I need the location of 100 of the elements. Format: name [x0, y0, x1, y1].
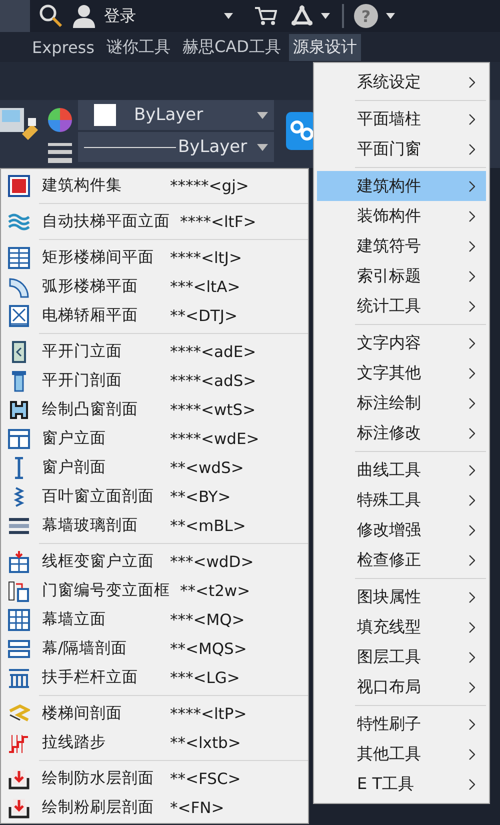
menu-item[interactable]: 其他工具 [317, 739, 486, 769]
window-arrow-icon [8, 550, 30, 572]
submenu-item[interactable]: 平开门剖面 ****<adS> [1, 366, 308, 395]
menu-item[interactable]: 图层工具 [317, 642, 486, 672]
item-label: 绘制粉刷层剖面 [42, 797, 155, 818]
submenu-item[interactable]: 百叶窗立面剖面 **<BY> [1, 482, 308, 511]
menu-item[interactable]: 填充线型 [317, 612, 486, 642]
color-dropdown[interactable]: ByLayer [78, 100, 274, 130]
shortcut-text: *<FN> [170, 798, 224, 816]
submenu-item[interactable]: 楼梯间剖面 ****<ltP> [1, 699, 308, 728]
shortcut-text: ****<ltJ> [170, 248, 242, 266]
shortcut-text: **<BY> [170, 488, 231, 506]
submenu-item[interactable]: 幕墙玻璃剖面 **<mBL> [1, 511, 308, 540]
item-label: 平开门立面 [42, 341, 123, 362]
triangle-nodes-icon[interactable] [291, 5, 313, 27]
menu-item[interactable]: 索引标题 [317, 261, 486, 291]
item-label: 自动扶梯平面立面 [42, 211, 170, 232]
menu-item[interactable]: 特性刷子 [317, 709, 486, 739]
submenu-item[interactable]: 平开门立面 ****<adE> [1, 337, 308, 366]
tray-arrow-icon [8, 768, 30, 790]
login-link[interactable]: 登录 [104, 6, 136, 26]
panel-grid-icon [8, 246, 30, 268]
menu-item[interactable]: 文字内容 [317, 328, 486, 358]
item-label: 幕墙立面 [42, 609, 107, 630]
menu-item[interactable]: 平面门窗 [317, 134, 486, 164]
shortcut-text: ****<wtS> [170, 400, 256, 418]
submenu-item[interactable]: 线框变窗户立面 ***<wdD> [1, 547, 308, 576]
submenu-item[interactable]: 门窗编号变立面框 **<t2w> [1, 576, 308, 605]
submenu-item[interactable]: 窗户剖面 **<wdS> [1, 453, 308, 482]
menu-item[interactable]: 文字其他 [317, 358, 486, 388]
menu-item[interactable]: 建筑符号 [317, 231, 486, 261]
user-icon[interactable] [72, 4, 96, 28]
search-icon[interactable] [38, 3, 64, 29]
linetype-dropdown[interactable]: ByLayer [78, 132, 274, 162]
menu-item[interactable]: 视口布局 [317, 672, 486, 702]
submenu-item[interactable]: 拉线踏步 **<lxtb> [1, 728, 308, 757]
submenu-item[interactable]: 绘制凸窗剖面 ****<wtS> [1, 395, 308, 424]
shortcut-text: **<FSC> [170, 770, 241, 788]
menu-bar-item[interactable]: 源泉设计 [288, 34, 361, 60]
bay-window-icon [8, 398, 30, 420]
item-label: 门窗编号变立面框 [42, 580, 170, 601]
group-icon[interactable] [286, 112, 316, 150]
submenu-item[interactable]: 自动扶梯平面立面 ****<ltF> [1, 207, 308, 236]
submenu-item[interactable]: 弧形楼梯平面 ***<ltA> [1, 272, 308, 301]
submenu-item[interactable]: 建筑构件集 *****<gj> [1, 171, 308, 200]
caret-icon[interactable] [386, 13, 395, 19]
lineweight-icon[interactable] [48, 142, 72, 164]
shortcut-text: **<mBL> [170, 516, 246, 534]
item-label: 窗户剖面 [42, 457, 107, 478]
shortcut-text: **<t2w> [180, 582, 250, 600]
submenu-item[interactable]: 矩形楼梯间平面 ****<ltJ> [1, 243, 308, 272]
menu-item[interactable]: 标注绘制 [317, 388, 486, 418]
submenu-item[interactable]: 电梯轿厢平面 **<DTJ> [1, 301, 308, 330]
shortcut-text: ****<adS> [170, 372, 256, 390]
menu-item[interactable]: 曲线工具 [317, 455, 486, 485]
shortcut-text: ****<ltP> [170, 704, 247, 722]
menu-item[interactable]: 建筑构件 [317, 171, 486, 201]
color-wheel-icon[interactable] [48, 108, 72, 132]
stripes-icon [8, 210, 30, 232]
menu-bar-item[interactable]: 谜你工具 [102, 34, 174, 60]
cart-icon[interactable] [255, 6, 277, 26]
caret-icon[interactable] [321, 13, 330, 19]
item-label: 楼梯间剖面 [42, 703, 123, 724]
menu-item[interactable]: 平面墙柱 [317, 104, 486, 134]
menu-item[interactable]: 统计工具 [317, 291, 486, 321]
menu-item[interactable]: 特殊工具 [317, 485, 486, 515]
menu-item[interactable]: 系统设定 [317, 67, 486, 97]
shortcut-text: **<MQS> [170, 640, 247, 658]
item-label: 扶手栏杆立面 [42, 667, 139, 688]
menu-item[interactable]: 装饰构件 [317, 201, 486, 231]
submenu-item[interactable]: 幕墙立面 ***<MQ> [1, 605, 308, 634]
submenu-item[interactable]: 窗户立面 ****<wdE> [1, 424, 308, 453]
menu-item[interactable]: 图块属性 [317, 582, 486, 612]
menu-item[interactable]: E T工具 [317, 769, 486, 799]
railing-icon [8, 666, 30, 688]
item-label: 幕墙玻璃剖面 [42, 515, 139, 536]
submenu-item[interactable]: 绘制防水层剖面 **<FSC> [1, 764, 308, 793]
shortcut-text: ***<wdD> [170, 552, 254, 570]
menu-item[interactable]: 修改增强 [317, 515, 486, 545]
tray-arrow-icon [8, 796, 30, 818]
item-label: 百叶窗立面剖面 [42, 486, 155, 507]
item-label: 建筑构件集 [42, 175, 123, 196]
arc-icon [8, 276, 30, 298]
menu-bar-item[interactable]: Express [28, 34, 98, 60]
item-label: 幕/隔墙剖面 [42, 638, 128, 659]
submenu-item[interactable]: 扶手栏杆立面 ***<LG> [1, 663, 308, 692]
item-label: 电梯轿厢平面 [42, 305, 139, 326]
submenu-item[interactable]: 绘制粉刷层剖面 *<FN> [1, 793, 308, 822]
menu-item[interactable]: 检查修正 [317, 545, 486, 575]
item-label: 平开门剖面 [42, 370, 123, 391]
menu-bar-item[interactable]: 赫思CAD工具 [178, 34, 285, 60]
caret-icon[interactable] [224, 13, 233, 19]
item-label: 拉线踏步 [42, 732, 107, 753]
item-label: 线框变窗户立面 [42, 551, 155, 572]
zigzag-stair-icon [8, 702, 30, 724]
shortcut-text: ****<wdE> [170, 430, 260, 448]
shortcut-text: **<DTJ> [170, 306, 238, 324]
submenu-item[interactable]: 幕/隔墙剖面 **<MQS> [1, 634, 308, 663]
menu-item[interactable]: 标注修改 [317, 418, 486, 448]
item-label: 窗户立面 [42, 428, 107, 449]
